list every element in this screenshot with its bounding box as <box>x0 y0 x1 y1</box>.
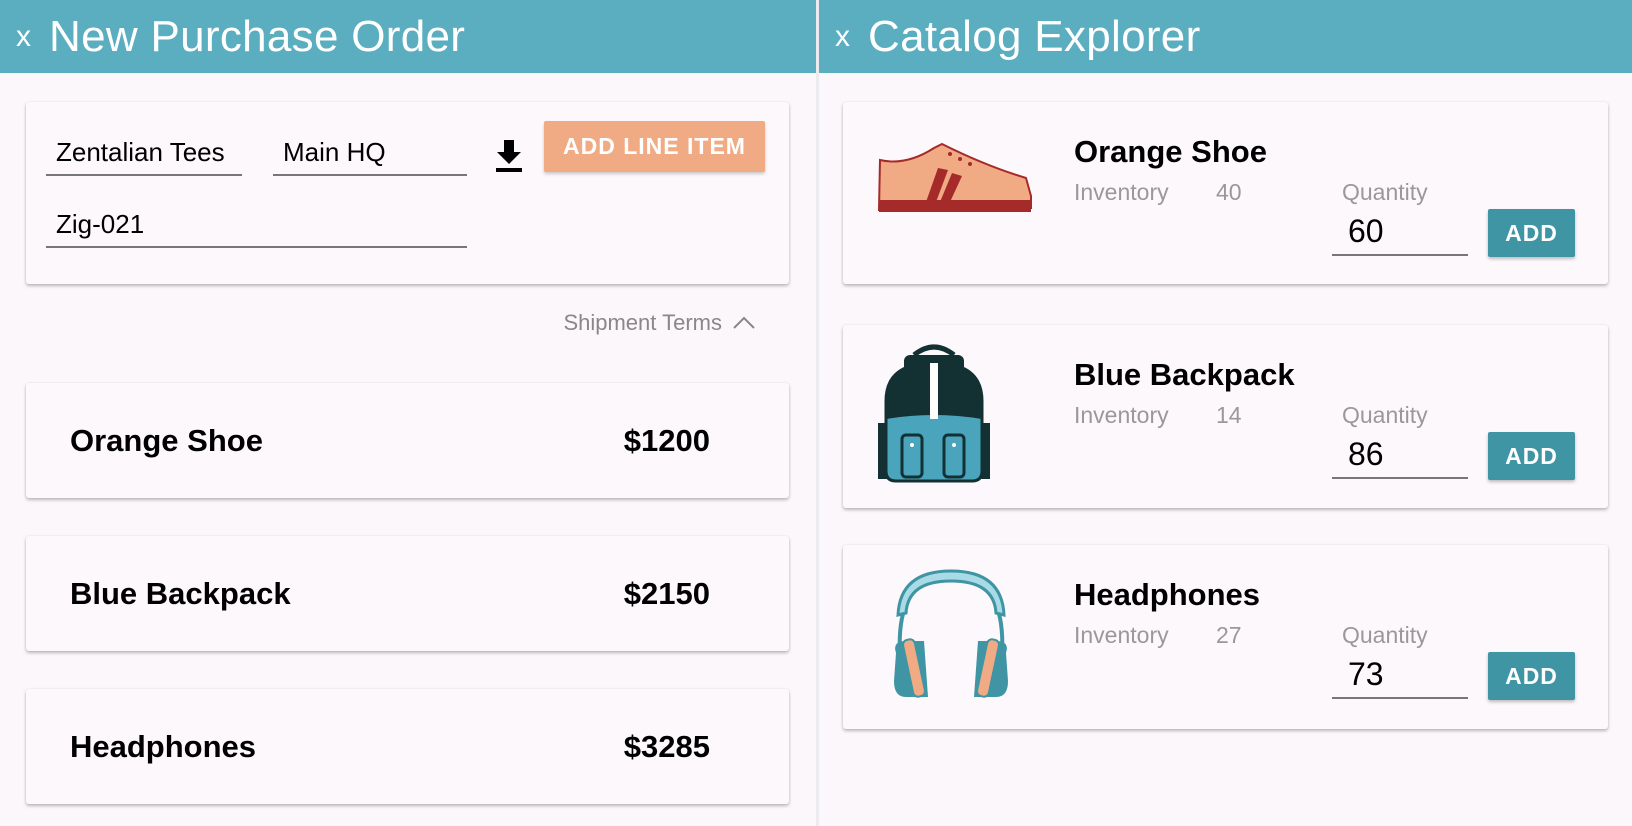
line-item-price: $2150 <box>623 575 710 611</box>
page-title: New Purchase Order <box>49 11 466 61</box>
quantity-input[interactable]: 73 <box>1332 651 1468 699</box>
quantity-input[interactable]: 60 <box>1332 208 1468 256</box>
line-item-price: $1200 <box>623 422 710 458</box>
line-item[interactable]: Blue Backpack $2150 <box>26 536 789 651</box>
inventory-label: Inventory <box>1074 402 1169 428</box>
quantity-label: Quantity <box>1342 622 1428 648</box>
headphones-image <box>876 561 1036 706</box>
add-button[interactable]: ADD <box>1488 652 1575 700</box>
line-item-name: Headphones <box>70 728 257 764</box>
reference-field[interactable]: Zig-021 <box>46 206 467 248</box>
catalog-header: x Catalog Explorer <box>819 0 1632 73</box>
product-card: Orange Shoe Inventory 40 Quantity 60 ADD <box>843 102 1608 284</box>
quantity-value: 73 <box>1348 656 1384 692</box>
location-value: Main HQ <box>283 137 386 167</box>
quantity-label: Quantity <box>1342 179 1428 205</box>
close-purchase-order-button[interactable]: x <box>16 20 31 54</box>
shoe-image <box>876 118 1036 263</box>
inventory-value: 40 <box>1216 179 1242 205</box>
catalog-title: Catalog Explorer <box>868 11 1201 61</box>
add-button[interactable]: ADD <box>1488 209 1575 257</box>
backpack-image <box>876 341 1036 486</box>
shipment-terms-toggle[interactable]: Shipment Terms <box>563 310 756 336</box>
vendor-field[interactable]: Zentalian Tees <box>46 134 242 176</box>
line-item-name: Orange Shoe <box>70 422 263 458</box>
vendor-value: Zentalian Tees <box>56 137 225 167</box>
shipment-terms-label: Shipment Terms <box>563 310 722 335</box>
line-item-name: Blue Backpack <box>70 575 291 611</box>
order-form-card: Zentalian Tees Main HQ ADD LINE ITEM Zig… <box>26 102 789 284</box>
line-item-price: $3285 <box>623 728 710 764</box>
product-card: Headphones Inventory 27 Quantity 73 ADD <box>843 545 1608 729</box>
inventory-label: Inventory <box>1074 179 1169 205</box>
product-name: Orange Shoe <box>1074 134 1267 169</box>
add-line-item-button[interactable]: ADD LINE ITEM <box>544 121 765 172</box>
panel-divider <box>816 0 819 826</box>
inventory-value: 27 <box>1216 622 1242 648</box>
close-catalog-button[interactable]: x <box>835 20 850 54</box>
line-item[interactable]: Orange Shoe $1200 <box>26 383 789 498</box>
reference-value: Zig-021 <box>56 209 145 239</box>
purchase-order-header: x New Purchase Order <box>0 0 816 73</box>
inventory-value: 14 <box>1216 402 1242 428</box>
quantity-input[interactable]: 86 <box>1332 431 1468 479</box>
product-name: Blue Backpack <box>1074 357 1295 392</box>
add-button[interactable]: ADD <box>1488 432 1575 480</box>
product-card: Blue Backpack Inventory 14 Quantity 86 A… <box>843 325 1608 508</box>
product-name: Headphones <box>1074 577 1261 612</box>
quantity-value: 86 <box>1348 436 1384 472</box>
location-field[interactable]: Main HQ <box>273 134 467 176</box>
download-icon[interactable] <box>493 138 525 174</box>
line-item[interactable]: Headphones $3285 <box>26 689 789 804</box>
inventory-label: Inventory <box>1074 622 1169 648</box>
quantity-label: Quantity <box>1342 402 1428 428</box>
quantity-value: 60 <box>1348 213 1384 249</box>
chevron-up-icon <box>733 316 755 329</box>
